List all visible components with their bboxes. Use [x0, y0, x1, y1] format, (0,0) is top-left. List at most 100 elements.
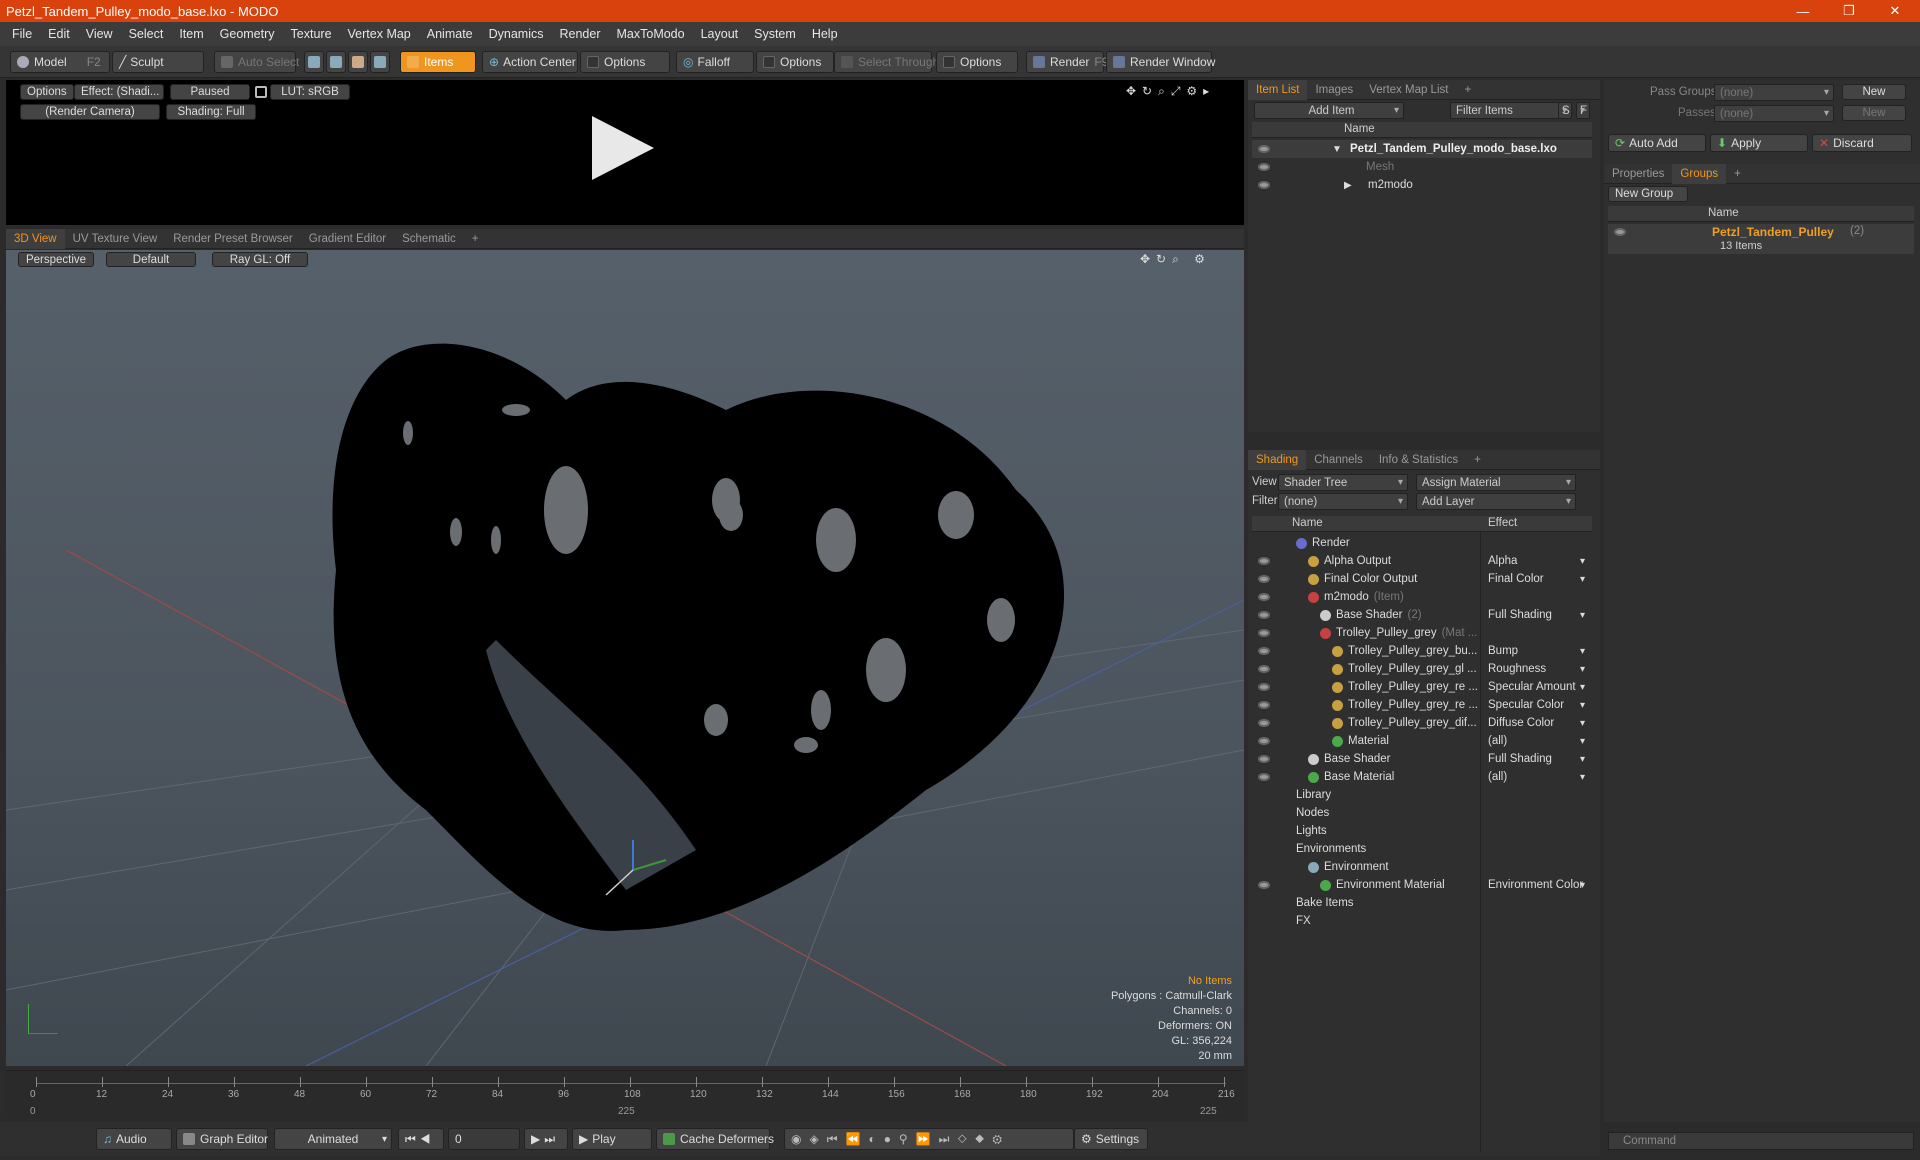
expand-arrow-icon[interactable]: ▶ [1344, 180, 1352, 191]
pulley-model[interactable] [332, 343, 1065, 931]
frame-input[interactable]: 0 [448, 1128, 520, 1150]
minimize-button[interactable]: — [1780, 0, 1826, 22]
menu-select[interactable]: Select [121, 27, 172, 41]
tab-properties[interactable]: Properties [1604, 164, 1672, 184]
shader-tree-row[interactable]: Trolley_Pulley_grey_bu... Bump ▾ [1252, 642, 1592, 660]
visibility-eye-icon[interactable] [1258, 737, 1270, 745]
shader-tree-row[interactable]: Trolley_Pulley_grey_gl ... Roughness ▾ [1252, 660, 1592, 678]
menu-texture[interactable]: Texture [283, 27, 340, 41]
tab-gradient-editor[interactable]: Gradient Editor [301, 229, 394, 249]
chevron-down-icon[interactable]: ▾ [1580, 880, 1585, 891]
graph-editor-button[interactable]: Graph Editor [176, 1128, 268, 1150]
command-input[interactable]: Command [1608, 1132, 1914, 1150]
shader-tree-row[interactable]: Trolley_Pulley_grey_re ... Specular Amoun… [1252, 678, 1592, 696]
cache-deformers-button[interactable]: Cache Deformers [656, 1128, 774, 1150]
visibility-eye-icon[interactable] [1614, 228, 1626, 236]
falloff-options-button[interactable]: Options [756, 51, 834, 73]
shader-tree-row[interactable]: Environment [1252, 858, 1592, 876]
tab-shading[interactable]: Shading [1248, 449, 1307, 470]
settings-button[interactable]: ⚙ Settings [1074, 1128, 1148, 1150]
chevron-down-icon[interactable]: ▾ [1580, 718, 1585, 729]
tab-uv-texture-view[interactable]: UV Texture View [65, 229, 166, 249]
select-through-button[interactable]: Select Through [834, 51, 939, 73]
model-mode-button[interactable]: Model F2 [10, 51, 110, 73]
next-key-buttons[interactable]: ▶⏭ [524, 1128, 568, 1150]
shader-tree-row[interactable]: Environments [1252, 840, 1592, 858]
shader-tree-row[interactable]: Library [1252, 786, 1592, 804]
maximize-button[interactable]: ❐ [1826, 0, 1872, 22]
tab-add[interactable]: + [1726, 164, 1749, 184]
tab-add[interactable]: + [464, 229, 487, 249]
shader-tree-row[interactable]: Trolley_Pulley_grey_dif... Diffuse Color ▾ [1252, 714, 1592, 732]
layer-effect[interactable]: Specular Color [1488, 699, 1564, 711]
chevron-down-icon[interactable]: ▾ [1580, 736, 1585, 747]
menu-vertex-map[interactable]: Vertex Map [340, 27, 419, 41]
sculpt-mode-button[interactable]: ╱ Sculpt [112, 51, 204, 73]
shader-tree-row[interactable]: Lights [1252, 822, 1592, 840]
preview-nav-icons[interactable]: ✥↻⌕⤢⚙▸ [1126, 84, 1215, 99]
shader-tree-row[interactable]: Trolley_Pulley_grey (Mat ... [1252, 624, 1592, 642]
shader-tree-row[interactable]: Final Color Output Final Color ▾ [1252, 570, 1592, 588]
filter-dropdown[interactable]: (none) [1278, 493, 1408, 510]
preview-effect-dropdown[interactable]: Effect: (Shadi... [74, 84, 164, 100]
tab-channels[interactable]: Channels [1306, 450, 1371, 470]
menu-view[interactable]: View [78, 27, 121, 41]
menu-dynamics[interactable]: Dynamics [481, 27, 552, 41]
new-pass-button[interactable]: New [1842, 105, 1906, 121]
visibility-eye-icon[interactable] [1258, 755, 1270, 763]
menu-render[interactable]: Render [552, 27, 609, 41]
tab-add[interactable]: + [1456, 80, 1479, 100]
animated-dropdown[interactable]: Animated ▾ [274, 1128, 392, 1150]
layer-effect[interactable]: Alpha [1488, 555, 1517, 567]
close-button[interactable]: ✕ [1872, 0, 1918, 22]
menu-maxtomodo[interactable]: MaxToModo [609, 27, 693, 41]
chevron-down-icon[interactable]: ▾ [1580, 700, 1585, 711]
menu-item[interactable]: Item [171, 27, 211, 41]
tab-groups[interactable]: Groups [1672, 163, 1727, 184]
menu-layout[interactable]: Layout [693, 27, 747, 41]
play-button[interactable]: ▶ Play [572, 1128, 652, 1150]
action-center-button[interactable]: ⊕ Action Center [482, 51, 578, 73]
key-tools-icons[interactable]: ◉◈⏮⏪◐●⚲⏩⏭◇◆⚙ [784, 1128, 1074, 1150]
layer-effect[interactable]: Specular Amount [1488, 681, 1576, 693]
lock-icon[interactable] [255, 86, 267, 98]
visibility-eye-icon[interactable] [1258, 629, 1270, 637]
tab-item-list[interactable]: Item List [1248, 79, 1308, 100]
shader-tree-row[interactable]: Base Shader (2) Full Shading ▾ [1252, 606, 1592, 624]
apply-button[interactable]: ⬇ Apply [1710, 134, 1808, 152]
shader-tree-row[interactable]: Nodes [1252, 804, 1592, 822]
filter-items-input[interactable]: Filter Items [1450, 102, 1570, 119]
add-item-dropdown[interactable]: Add Item [1254, 102, 1404, 119]
audio-button[interactable]: ♫ Audio [96, 1128, 172, 1150]
timeline[interactable]: 0 12 24 36 48 60 72 84 96 108 120 132 144 156 168 180 19… [6, 1070, 1244, 1118]
group-row[interactable]: Petzl_Tandem_Pulley (2) 13 Items [1608, 224, 1914, 254]
polygons-mode-button[interactable] [348, 51, 368, 73]
auto-add-button[interactable]: ⟳ Auto Add [1608, 134, 1706, 152]
tab-vertex-map-list[interactable]: Vertex Map List [1361, 80, 1456, 100]
shader-tree-row[interactable]: Render [1252, 534, 1592, 552]
layer-effect[interactable]: Full Shading [1488, 609, 1552, 621]
action-center-options-button[interactable]: Options [580, 51, 670, 73]
layer-effect[interactable]: Full Shading [1488, 753, 1552, 765]
visibility-eye-icon[interactable] [1258, 593, 1270, 601]
layer-effect[interactable]: Roughness [1488, 663, 1546, 675]
visibility-eye-icon[interactable] [1258, 181, 1270, 189]
layer-effect[interactable]: Environment Color [1488, 879, 1583, 891]
item-row-mesh[interactable]: Mesh [1252, 158, 1592, 176]
menu-geometry[interactable]: Geometry [212, 27, 283, 41]
prev-key-buttons[interactable]: ⏮◀ [398, 1128, 444, 1150]
menu-system[interactable]: System [746, 27, 804, 41]
visibility-eye-icon[interactable] [1258, 575, 1270, 583]
select-options-button[interactable]: Options [936, 51, 1018, 73]
visibility-eye-icon[interactable] [1258, 701, 1270, 709]
chevron-down-icon[interactable]: ▾ [1580, 772, 1585, 783]
shader-tree-row[interactable]: Material (all) ▾ [1252, 732, 1592, 750]
tab-images[interactable]: Images [1307, 80, 1361, 100]
play-preview-icon[interactable] [592, 116, 654, 180]
materials-mode-button[interactable] [370, 51, 390, 73]
shader-tree-row[interactable]: Base Material (all) ▾ [1252, 768, 1592, 786]
chevron-down-icon[interactable]: ▾ [1580, 556, 1585, 567]
render-window-button[interactable]: Render Window [1106, 51, 1215, 73]
lut-dropdown[interactable]: LUT: sRGB [270, 84, 350, 100]
visibility-eye-icon[interactable] [1258, 719, 1270, 727]
